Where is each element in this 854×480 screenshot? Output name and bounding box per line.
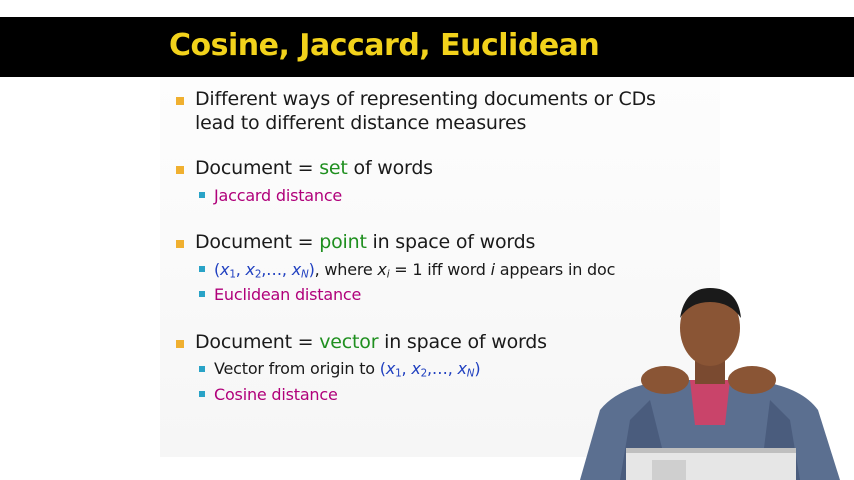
sub-bullet-marker — [199, 291, 205, 297]
sub-bullet-marker — [199, 366, 205, 372]
sub-bullet-marker — [199, 192, 205, 198]
bullet-document-point: Document = point in space of words — [195, 231, 535, 253]
bullet-marker — [176, 97, 184, 105]
keyword-vector: vector — [319, 331, 379, 353]
coordinate-tuple: (x1, x2,…, xN) — [379, 359, 481, 380]
keyword-set: set — [319, 157, 348, 179]
bullet-document-set: Document = set of words — [195, 157, 433, 179]
bullet-suffix: in space of words — [366, 231, 536, 253]
sub-bullet-marker — [199, 391, 205, 397]
bullet-suffix: in space of words — [378, 331, 547, 353]
bullet-marker — [176, 240, 184, 248]
bullet-prefix: Document = — [195, 231, 320, 253]
bullet-text-continued: lead to different distance measures — [195, 112, 527, 134]
bullet-prefix: Document = — [195, 331, 320, 353]
bullet-marker — [176, 340, 184, 348]
bullet-document-vector: Document = vector in space of words — [195, 331, 547, 353]
bullet-prefix: Document = — [195, 157, 320, 179]
jaccard-distance-label: Jaccard distance — [214, 186, 343, 205]
coordinate-tuple: (x1, x2,…, xN) — [214, 260, 315, 281]
bullet-suffix: of words — [347, 157, 434, 179]
point-definition: (x1, x2,…, xN), where xi = 1 iff word i … — [214, 260, 616, 281]
euclidean-distance-label: Euclidean distance — [214, 285, 362, 304]
cosine-distance-label: Cosine distance — [214, 385, 338, 404]
vector-definition: Vector from origin to (x1, x2,…, xN) — [214, 359, 481, 380]
sub-bullet-marker — [199, 266, 205, 272]
slide-title: Cosine, Jaccard, Euclidean — [169, 28, 600, 63]
bullet-marker — [176, 166, 184, 174]
bullet-text: Different ways of representing documents… — [195, 88, 656, 110]
presenter-video-icon — [580, 288, 840, 480]
keyword-point: point — [319, 231, 367, 253]
